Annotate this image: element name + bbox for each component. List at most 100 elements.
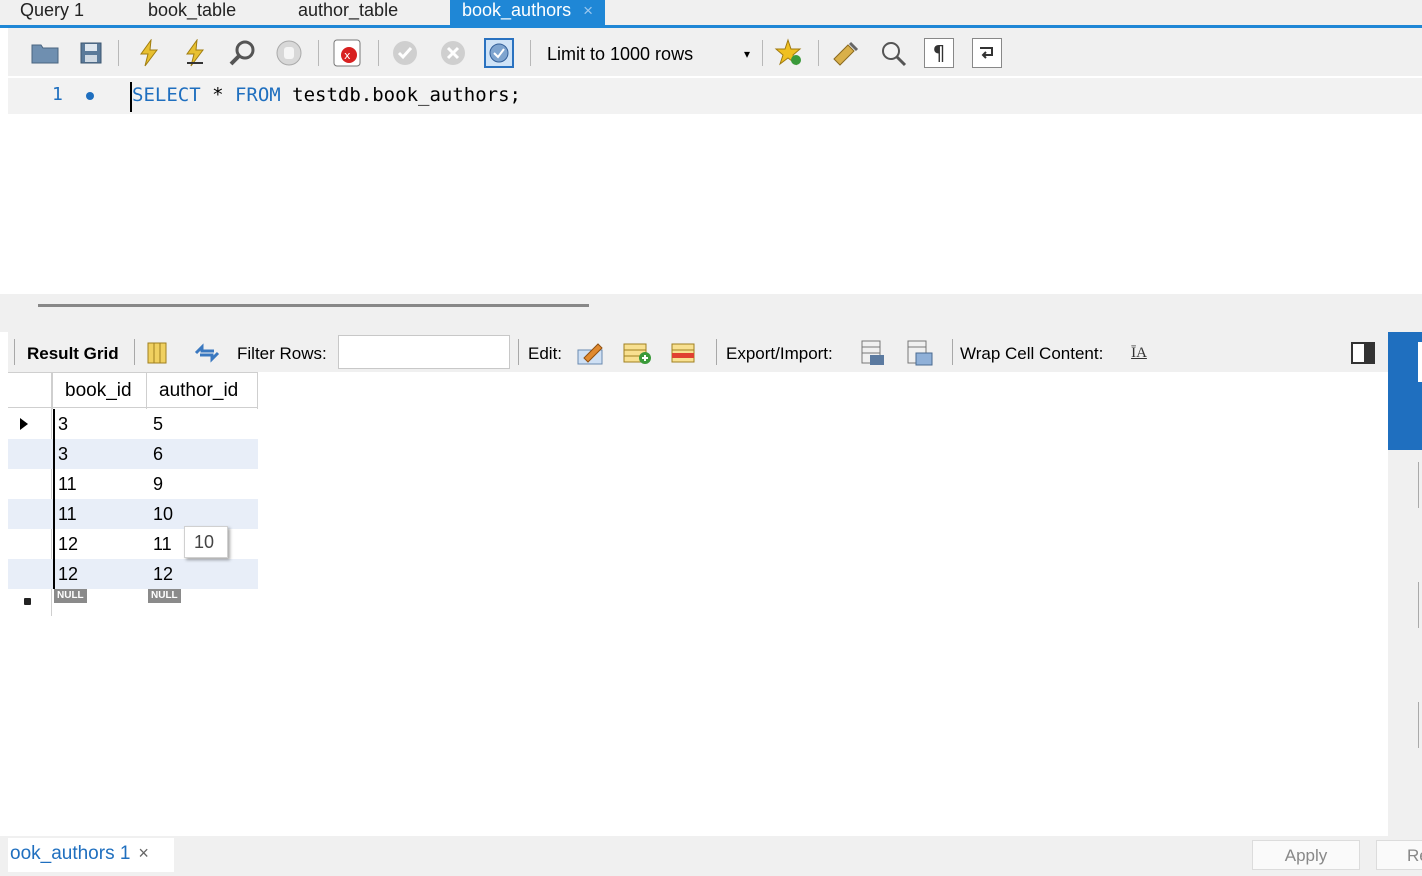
rollback-icon[interactable]	[438, 38, 468, 68]
cell-book-id[interactable]: 11	[58, 499, 77, 529]
import-icon[interactable]	[906, 339, 936, 367]
cell-author-id[interactable]: 6	[153, 439, 163, 469]
tab-book-table[interactable]: book_table	[148, 0, 236, 25]
table-row[interactable]: 11 9	[8, 469, 258, 499]
refresh-icon[interactable]	[192, 339, 222, 367]
cell-author-id[interactable]: 12	[153, 559, 173, 589]
beautify-icon[interactable]	[830, 38, 860, 68]
workbench-window: Query 1 book_table author_table book_aut…	[0, 0, 1422, 876]
result-tab-label: ook_authors 1	[10, 843, 131, 864]
toolbar-separator	[14, 339, 15, 365]
toolbar-separator	[952, 339, 953, 365]
current-row-icon	[20, 418, 28, 430]
edit-row-icon[interactable]	[576, 339, 606, 367]
table-row[interactable]: 12 12	[8, 559, 258, 589]
side-tab-form-editor[interactable]	[1418, 462, 1422, 508]
execute-icon[interactable]	[134, 38, 164, 68]
selection-border	[53, 499, 55, 529]
stop-icon[interactable]	[274, 38, 304, 68]
result-grid[interactable]: book_id author_id 3 5 3 6 11 9 11 10 12 …	[8, 372, 1388, 836]
open-file-icon[interactable]	[30, 38, 60, 68]
selection-border	[53, 559, 55, 589]
toolbar-separator	[762, 40, 763, 66]
horizontal-scrollbar[interactable]	[38, 304, 589, 307]
chevron-down-icon: ▾	[743, 47, 750, 61]
tab-book-authors-label: book_authors	[462, 0, 572, 20]
filter-rows-input[interactable]	[338, 335, 510, 369]
column-header-author-id[interactable]: author_id	[146, 373, 258, 409]
panel-splitter[interactable]	[0, 294, 1422, 332]
export-icon[interactable]	[858, 339, 888, 367]
side-tab-field-types[interactable]	[1418, 582, 1422, 628]
cell-book-id[interactable]: 12	[58, 529, 78, 559]
sql-keyword-from: FROM	[234, 84, 281, 106]
table-row[interactable]: 11 10	[8, 499, 258, 529]
apply-button[interactable]: Apply	[1252, 840, 1360, 870]
table-row[interactable]: 3 5	[8, 409, 258, 439]
result-tabs-bar: ook_authors 1 × Apply Re	[0, 836, 1422, 876]
find-icon[interactable]	[878, 38, 908, 68]
toggle-error-icon[interactable]: x	[332, 38, 362, 68]
side-panel	[1388, 332, 1422, 876]
result-grid-label[interactable]: Result Grid	[27, 344, 119, 364]
save-icon[interactable]	[76, 38, 106, 68]
table-row[interactable]: 3 6	[8, 439, 258, 469]
wrap-icon[interactable]	[972, 38, 1002, 68]
cell-author-id[interactable]: 10	[153, 499, 173, 529]
grid-header-row: book_id author_id	[8, 372, 258, 409]
toolbar-separator	[818, 40, 819, 66]
export-import-label: Export/Import:	[726, 344, 833, 363]
toggle-side-panel-icon[interactable]	[1348, 339, 1378, 367]
sql-editor-toolbar: x Limit to 1000 rows ▾ ¶	[8, 28, 1422, 76]
bookmark-icon[interactable]	[774, 38, 804, 68]
new-row-icon	[24, 598, 31, 605]
sql-star: *	[200, 84, 235, 106]
close-tab-icon[interactable]: ×	[583, 1, 593, 20]
tab-book-authors[interactable]: book_authors ×	[450, 0, 606, 25]
wrap-cell-icon[interactable]: ĪA	[1124, 339, 1154, 367]
selection-border	[53, 409, 55, 439]
invisible-chars-icon[interactable]: ¶	[924, 38, 954, 68]
edit-label: Edit:	[528, 344, 563, 363]
limit-rows-select[interactable]: Limit to 1000 rows ▾	[540, 40, 756, 68]
toolbar-separator	[378, 40, 379, 66]
cell-value-tooltip: 10	[184, 526, 228, 558]
delete-row-icon[interactable]	[670, 339, 700, 367]
svg-text:x: x	[344, 49, 351, 62]
toolbar-separator	[716, 339, 717, 365]
null-badge-book-id[interactable]: NULL	[54, 589, 87, 603]
autocommit-icon[interactable]	[484, 38, 514, 68]
limit-rows-value: Limit to 1000 rows	[547, 44, 694, 64]
tab-author-table[interactable]: author_table	[298, 0, 398, 25]
grid-layout-icon[interactable]	[142, 339, 172, 367]
null-badge-author-id[interactable]: NULL	[148, 589, 181, 603]
side-tab-indicator	[1418, 342, 1422, 382]
cell-book-id[interactable]: 3	[58, 439, 68, 469]
wrap-cell-content-label: Wrap Cell Content:	[960, 344, 1104, 363]
cell-author-id[interactable]: 5	[153, 409, 163, 439]
tab-query-1[interactable]: Query 1	[20, 0, 84, 25]
cell-author-id[interactable]: 9	[153, 469, 163, 499]
execute-current-icon[interactable]	[180, 38, 210, 68]
sql-statement[interactable]: SELECT * FROM testdb.book_authors;	[132, 82, 521, 108]
selection-border	[53, 529, 55, 559]
cell-author-id[interactable]: 11	[153, 529, 172, 559]
commit-icon[interactable]	[390, 38, 420, 68]
cell-book-id[interactable]: 3	[58, 409, 68, 439]
add-row-icon[interactable]	[622, 339, 652, 367]
side-tab-result-grid[interactable]	[1388, 332, 1422, 450]
toolbar-separator	[518, 339, 519, 365]
cell-book-id[interactable]: 11	[58, 469, 77, 499]
cell-book-id[interactable]: 12	[58, 559, 78, 589]
close-result-tab-icon[interactable]: ×	[138, 843, 149, 863]
filter-rows-label: Filter Rows:	[237, 344, 327, 363]
sql-editor[interactable]: 1 SELECT * FROM testdb.book_authors;	[8, 76, 1422, 294]
result-toolbar: Result Grid Filter Rows: Edit: Export/Im…	[8, 332, 1388, 372]
side-tab-query-stats[interactable]	[1418, 702, 1422, 748]
column-header-book-id[interactable]: book_id	[52, 373, 147, 409]
selection-border	[53, 439, 55, 469]
sql-table-ref: testdb.book_authors;	[280, 84, 521, 106]
result-tab-book-authors-1[interactable]: ook_authors 1 ×	[8, 838, 174, 872]
explain-icon[interactable]	[228, 38, 258, 68]
revert-button[interactable]: Re	[1376, 840, 1422, 870]
